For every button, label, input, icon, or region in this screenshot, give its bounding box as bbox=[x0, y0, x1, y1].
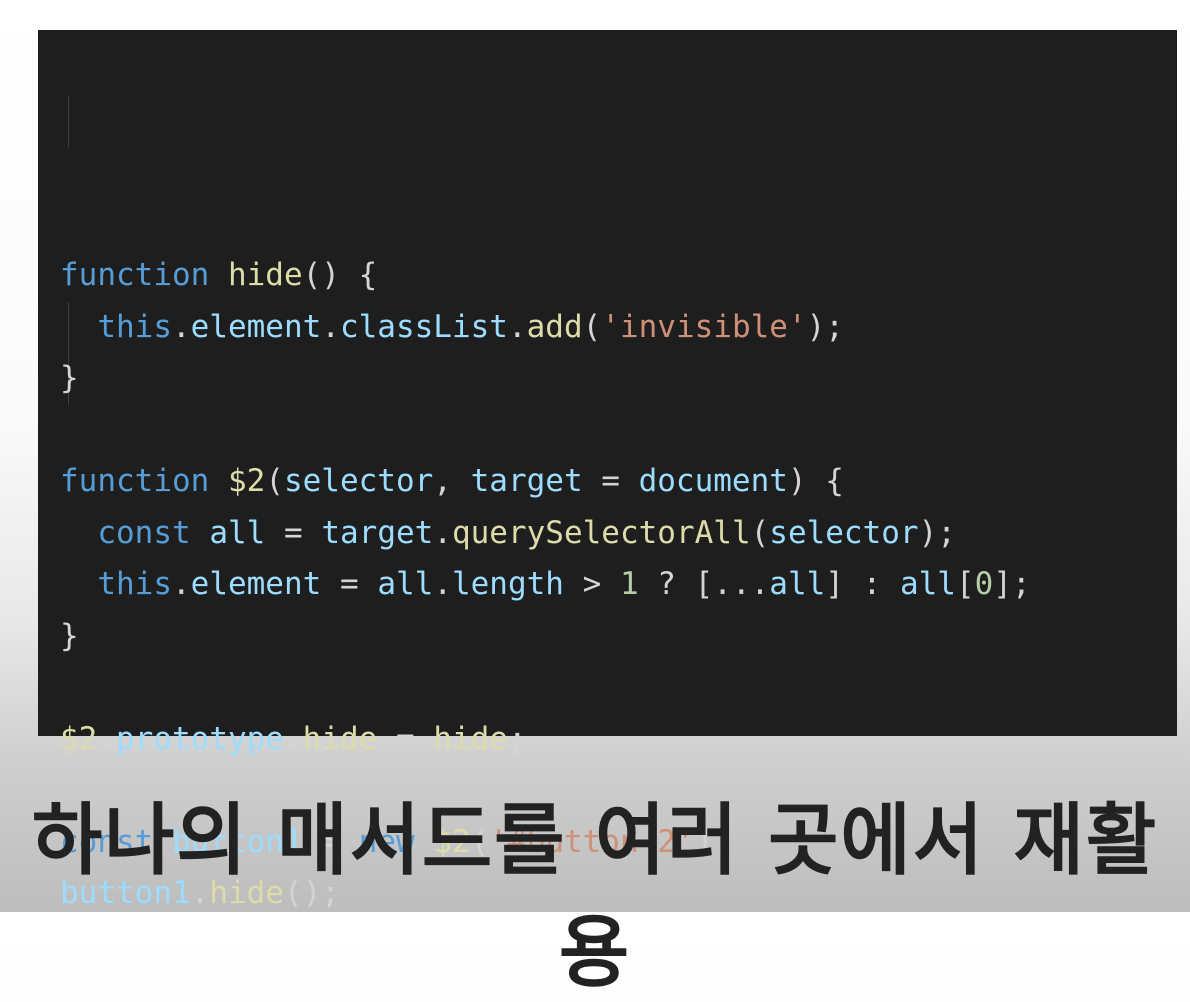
code-token: element bbox=[190, 308, 322, 345]
code-token: 'invisible' bbox=[601, 308, 807, 345]
code-token: const bbox=[97, 514, 191, 551]
code-editor: function hide() { this.element.classList… bbox=[38, 30, 1177, 911]
code-token: 1 bbox=[619, 566, 639, 602]
code-token: () { bbox=[302, 257, 378, 293]
code-token: target bbox=[470, 463, 583, 499]
code-line: } bbox=[60, 611, 1031, 663]
code-token: ) { bbox=[787, 463, 844, 499]
code-token: . bbox=[171, 308, 191, 345]
indent-guide bbox=[68, 95, 69, 147]
code-token: function bbox=[60, 463, 210, 499]
code-token: document bbox=[638, 463, 788, 499]
code-token: querySelectorAll bbox=[451, 514, 751, 551]
code-token: ( bbox=[265, 463, 284, 499]
code-token: 0 bbox=[974, 566, 994, 602]
code-token: . bbox=[97, 720, 116, 757]
code-token: all bbox=[377, 566, 434, 602]
code-token: prototype bbox=[116, 720, 284, 757]
code-token: $2 bbox=[227, 463, 266, 499]
code-token: add bbox=[526, 308, 583, 345]
code-token: = bbox=[265, 514, 322, 551]
code-token: ); bbox=[918, 514, 956, 551]
code-token: . bbox=[321, 308, 340, 345]
code-line: const all = target.querySelectorAll(sele… bbox=[60, 508, 1031, 560]
code-token: hide bbox=[227, 257, 303, 293]
code-token: } bbox=[60, 617, 79, 654]
code-token: target bbox=[321, 514, 434, 551]
code-token: > bbox=[563, 566, 620, 602]
code-token: = bbox=[377, 720, 434, 757]
code-token: ? [... bbox=[638, 566, 770, 602]
code-token: ]; bbox=[993, 566, 1031, 602]
code-token: = bbox=[321, 566, 378, 602]
code-token: length bbox=[451, 566, 564, 602]
code-line: function hide() { bbox=[60, 250, 1031, 302]
code-token: . bbox=[507, 308, 527, 345]
code-line: function $2(selector, target = document)… bbox=[60, 456, 1031, 508]
code-token: function bbox=[60, 257, 210, 293]
code-token: all bbox=[209, 514, 266, 551]
code-line: } bbox=[60, 353, 1031, 405]
code-token: this bbox=[97, 566, 172, 602]
code-token: ); bbox=[806, 308, 844, 345]
code-token: $2 bbox=[60, 720, 98, 757]
code-token: ; bbox=[507, 720, 527, 757]
code-token: . bbox=[433, 514, 452, 551]
code-line: $2.prototype.hide = hide; bbox=[60, 714, 1031, 766]
code-token: classList bbox=[339, 308, 508, 345]
code-token: selector bbox=[283, 463, 434, 499]
subtitle-caption: 하나의 매서드를 여러 곳에서 재활용 bbox=[31, 796, 1159, 998]
code-token: . bbox=[283, 720, 303, 757]
code-token: } bbox=[60, 360, 79, 396]
code-token: selector bbox=[769, 514, 919, 551]
code-line: this.element.classList.add('invisible'); bbox=[60, 302, 1031, 354]
code-line: this.element = all.length > 1 ? [...all]… bbox=[60, 559, 1031, 611]
code-token: all bbox=[899, 566, 956, 602]
code-token: = bbox=[582, 463, 639, 499]
code-token: , bbox=[433, 463, 471, 499]
code-token: . bbox=[433, 566, 452, 602]
code-token: this bbox=[97, 308, 172, 345]
code-token: ( bbox=[750, 514, 770, 551]
code-token: ] : bbox=[825, 566, 900, 602]
code-token: [ bbox=[955, 566, 975, 602]
code-token: all bbox=[769, 566, 826, 602]
code-token: hide bbox=[302, 720, 378, 757]
code-token: ( bbox=[582, 308, 602, 345]
code-token: . bbox=[171, 566, 191, 602]
code-token: element bbox=[190, 566, 322, 602]
code-token: hide bbox=[433, 720, 508, 757]
